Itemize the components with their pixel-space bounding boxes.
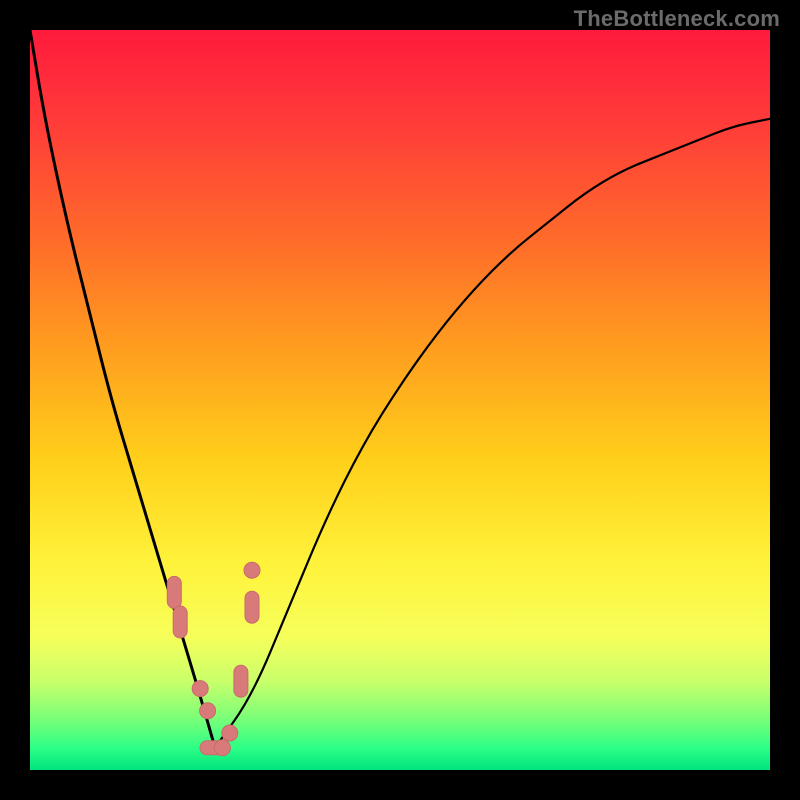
marker-2 [192,681,208,697]
plot-area [30,30,770,770]
marker-7 [234,665,248,697]
curve-left-branch [30,30,215,748]
curve-right-branch [215,119,770,748]
bottleneck-curve [30,30,770,748]
marker-9 [244,562,260,578]
curve-layer [30,30,770,770]
marker-6 [222,725,238,741]
watermark-text: TheBottleneck.com [574,6,780,32]
marker-5 [214,740,230,756]
marker-0 [167,576,181,608]
chart-frame: TheBottleneck.com [0,0,800,800]
marker-cluster [167,562,260,756]
marker-3 [200,703,216,719]
marker-8 [245,591,259,623]
marker-1 [173,606,187,638]
